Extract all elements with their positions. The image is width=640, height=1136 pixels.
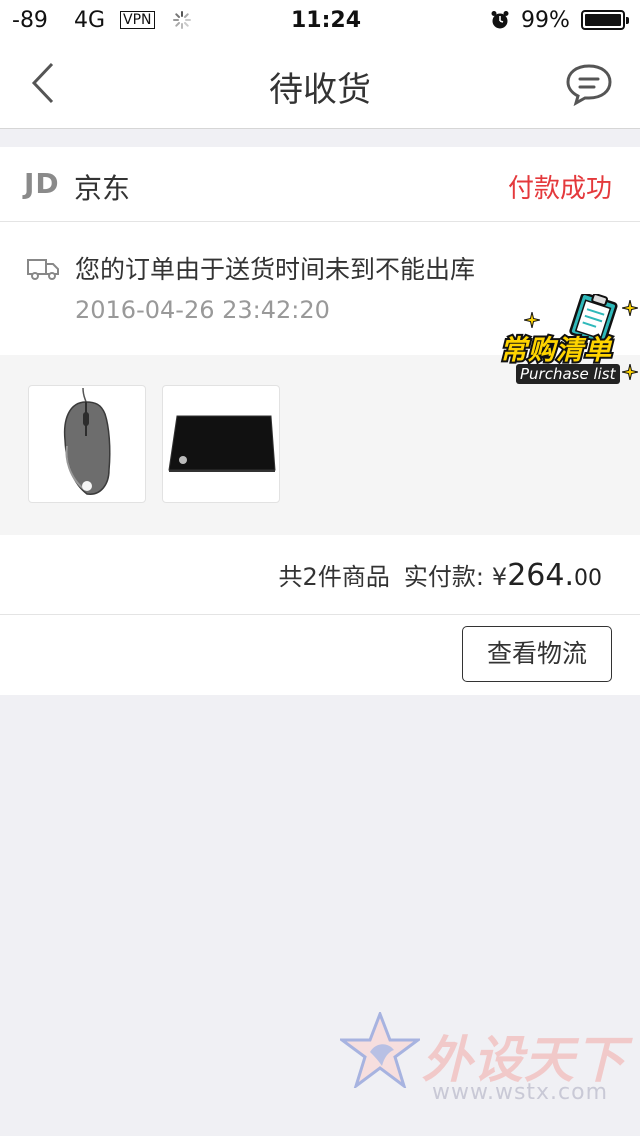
- order-status: 付款成功: [507, 174, 612, 204]
- battery-percent: 99%: [521, 8, 570, 33]
- signal-strength: -89: [12, 8, 48, 33]
- loading-spinner-icon: [173, 11, 191, 29]
- star-logo-icon: [340, 1012, 420, 1088]
- battery-tip: [626, 17, 629, 24]
- amount-integer: 264.: [507, 558, 574, 593]
- mouse-product-icon: [63, 387, 111, 495]
- badge-title: 常购清单: [498, 333, 613, 368]
- clock-time: 11:24: [291, 8, 362, 33]
- shop-name: 京东: [74, 172, 131, 205]
- nav-bar: 待收货: [0, 40, 640, 129]
- vpn-indicator: VPN: [120, 11, 155, 29]
- page-title: 待收货: [269, 70, 371, 110]
- network-type: 4G: [74, 8, 106, 33]
- paid-label: 实付款:: [403, 563, 484, 591]
- product-thumb-mousepad[interactable]: [162, 385, 280, 503]
- purchase-list-badge[interactable]: 常购清单 Purchase list: [494, 294, 640, 394]
- product-thumb-mouse[interactable]: [28, 385, 146, 503]
- battery-fill: [585, 14, 621, 26]
- chat-bubble-icon[interactable]: [562, 60, 616, 108]
- sparkle-icon: [622, 364, 638, 380]
- watermark-url: www.wstx.com: [432, 1080, 609, 1105]
- product-thumbnails[interactable]: 常购清单 Purchase list: [0, 294, 640, 535]
- status-bar: -89 4G VPN 11:24 99%: [0, 0, 640, 40]
- view-logistics-button[interactable]: 查看物流: [462, 626, 612, 682]
- alarm-icon: [491, 11, 509, 29]
- order-total: 共2件商品 实付款: ¥264.00: [279, 557, 602, 593]
- battery-icon: [581, 10, 629, 30]
- amount-decimal: 00: [574, 566, 602, 591]
- tracking-time: 2016-04-26 23:42:20: [75, 296, 330, 324]
- shop-row: JD 京东 付款成功: [0, 147, 640, 222]
- item-count: 共2件商品: [278, 563, 390, 591]
- sparkle-icon: [622, 300, 638, 316]
- order-card[interactable]: JD 京东 付款成功 您的订单由于送货时间未到不能出库 2016-04-26 2…: [0, 147, 640, 695]
- tracking-message: 您的订单由于送货时间未到不能出库: [75, 255, 476, 284]
- currency-symbol: ¥: [491, 563, 508, 591]
- order-total-row: 共2件商品 实付款: ¥264.00: [0, 535, 640, 615]
- jd-logo: JD: [24, 167, 60, 200]
- watermark: 外设天下 www.wstx.com: [340, 1008, 630, 1112]
- section-gap: [0, 129, 640, 147]
- action-row: 查看物流: [0, 614, 640, 695]
- badge-subtitle: Purchase list: [516, 364, 620, 384]
- mousepad-product-icon: [168, 415, 276, 472]
- truck-icon: [27, 259, 59, 280]
- sparkle-icon: [524, 312, 540, 328]
